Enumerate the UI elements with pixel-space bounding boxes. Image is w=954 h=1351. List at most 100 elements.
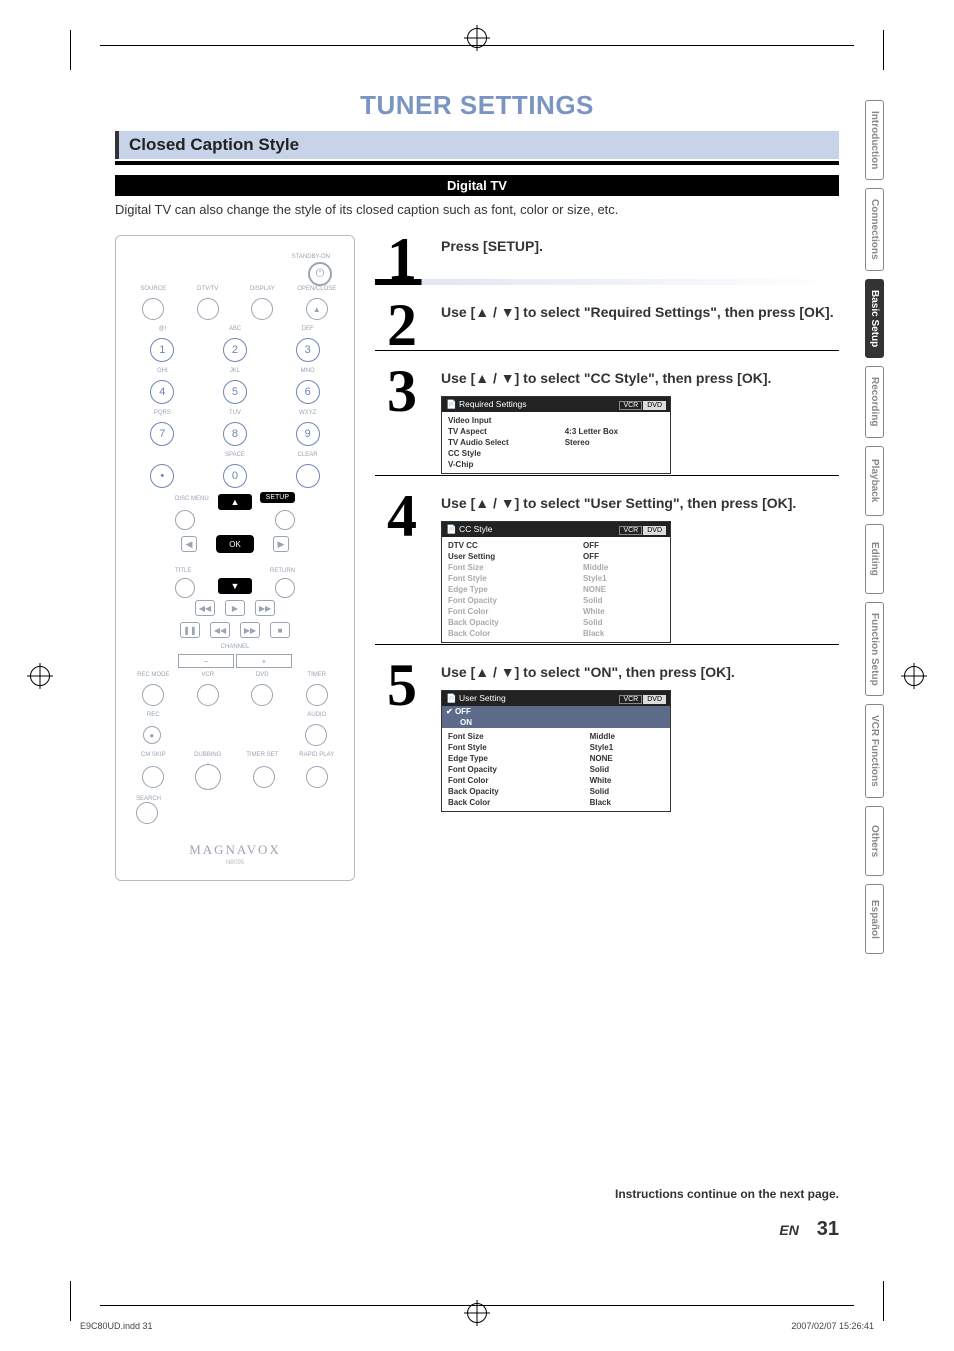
osd-row-value: NONE bbox=[567, 584, 664, 595]
crop-mark bbox=[70, 30, 90, 70]
osd-tab-dvd: DVD bbox=[643, 695, 666, 704]
osd-user-setting: 📄 User Setting VCRDVD OFF ON Font bbox=[441, 690, 671, 812]
footer-left: E9C80UD.indd 31 bbox=[80, 1321, 153, 1331]
num-dot: • bbox=[150, 464, 174, 488]
model-label: NB095 bbox=[128, 860, 342, 866]
osd-row-label: Edge Type bbox=[448, 584, 567, 595]
wxyz-label: WXYZ bbox=[281, 410, 335, 416]
right-arrow-icon: ▶ bbox=[273, 536, 289, 552]
ch-down: − bbox=[178, 654, 234, 668]
title-label: TITLE bbox=[175, 568, 191, 574]
num-6: 6 bbox=[296, 380, 320, 404]
remote-button bbox=[175, 578, 195, 598]
pqrs-label: PQRS bbox=[136, 410, 190, 416]
rapidplay-label: RAPID PLAY bbox=[292, 752, 343, 758]
osd-row-value: Solid bbox=[574, 764, 676, 775]
space-label: SPACE bbox=[208, 452, 262, 458]
registration-mark bbox=[467, 1303, 487, 1323]
tab-editing: Editing bbox=[865, 524, 884, 594]
step-instruction: Use [▲ / ▼] to select "CC Style", then p… bbox=[441, 369, 839, 388]
abc-label: DEF bbox=[281, 326, 335, 332]
divider bbox=[375, 350, 839, 351]
down-arrow-icon: ▼ bbox=[218, 578, 252, 594]
digital-tv-bar: Digital TV bbox=[115, 175, 839, 196]
tab-vcr-functions: VCR Functions bbox=[865, 704, 884, 798]
osd-row-value: Solid bbox=[567, 595, 664, 606]
osd-tab-vcr: VCR bbox=[619, 526, 642, 535]
intro-text: Digital TV can also change the style of … bbox=[115, 202, 839, 217]
ghi-label: GHI bbox=[136, 368, 190, 374]
osd-hl-off: OFF bbox=[442, 706, 670, 717]
page-num-value: 31 bbox=[817, 1218, 839, 1240]
registration-mark bbox=[467, 28, 487, 48]
num-5: 5 bbox=[223, 380, 247, 404]
osd-row-label: DTV CC bbox=[448, 540, 567, 551]
num-7: 7 bbox=[150, 422, 174, 446]
continue-note: Instructions continue on the next page. bbox=[615, 1187, 839, 1201]
display-label: DISPLAY bbox=[237, 286, 288, 292]
rew-icon: ◀◀ bbox=[195, 600, 215, 616]
step-number: 5 bbox=[375, 661, 429, 812]
num-blank bbox=[296, 464, 320, 488]
remote-illustration: STANDBY-ON SOURCE DTV/TV DISPLAY OPEN/CL… bbox=[115, 235, 355, 881]
up-arrow-icon: ▲ bbox=[218, 494, 252, 510]
tab-function-setup: Function Setup bbox=[865, 602, 884, 697]
num-0: 0 bbox=[223, 464, 247, 488]
step-4: 4 Use [▲ / ▼] to select "User Setting", … bbox=[375, 492, 839, 643]
tab-basic-setup: Basic Setup bbox=[865, 279, 884, 358]
left-arrow-icon: ◀ bbox=[181, 536, 197, 552]
rec-icon: ● bbox=[143, 726, 161, 744]
crop-mark bbox=[864, 30, 884, 70]
skipback-icon: ◀◀ bbox=[210, 622, 230, 638]
num-4: 4 bbox=[150, 380, 174, 404]
osd-row-label: V-Chip bbox=[448, 459, 549, 470]
remote-button bbox=[306, 684, 328, 706]
divider bbox=[375, 279, 839, 285]
step-instruction: Use [▲ / ▼] to select "Required Settings… bbox=[441, 303, 839, 322]
recmode-label: REC MODE bbox=[128, 672, 179, 678]
remote-button bbox=[136, 802, 158, 824]
osd-row-label: Font Color bbox=[448, 606, 567, 617]
osd-row-value: NONE bbox=[574, 753, 676, 764]
osd-row-value: White bbox=[574, 775, 676, 786]
dpad: DISC MENU SETUP ▲ ◀ OK ▶ ▼ TITLE RETURN bbox=[175, 494, 295, 594]
step-number: 2 bbox=[375, 301, 429, 349]
registration-mark bbox=[904, 666, 924, 686]
osd-row-value bbox=[549, 415, 664, 426]
num-2: 2 bbox=[223, 338, 247, 362]
osd-row-value: White bbox=[567, 606, 664, 617]
source-label: SOURCE bbox=[128, 286, 179, 292]
timerset-label: TIMER SET bbox=[237, 752, 288, 758]
osd-hl-on: ON bbox=[442, 717, 670, 728]
remote-button bbox=[197, 684, 219, 706]
osd-title: CC Style bbox=[459, 524, 493, 534]
jkl-label: JKL bbox=[208, 368, 262, 374]
step-instruction: Use [▲ / ▼] to select "ON", then press [… bbox=[441, 663, 839, 682]
page-number: EN 31 bbox=[779, 1218, 839, 1241]
osd-row-value: Solid bbox=[567, 617, 664, 628]
tab-espanol: Español bbox=[865, 884, 884, 954]
remote-button bbox=[142, 298, 164, 320]
osd-row-label: CC Style bbox=[448, 448, 549, 459]
page-title: TUNER SETTINGS bbox=[115, 90, 839, 121]
ff-icon: ▶▶ bbox=[255, 600, 275, 616]
osd-row-value: Style1 bbox=[574, 742, 676, 753]
page-lang: EN bbox=[779, 1222, 798, 1238]
dtvtv-label: DTV/TV bbox=[183, 286, 234, 292]
remote-button bbox=[306, 766, 328, 788]
section-underline bbox=[115, 161, 839, 165]
registration-mark bbox=[30, 666, 50, 686]
side-tabs: Introduction Connections Basic Setup Rec… bbox=[865, 100, 884, 954]
osd-row-value: 4:3 Letter Box bbox=[549, 426, 664, 437]
osd-row-value bbox=[549, 448, 664, 459]
num-1: 1 bbox=[150, 338, 174, 362]
ch-up: + bbox=[236, 654, 292, 668]
tab-introduction: Introduction bbox=[865, 100, 884, 180]
pause-icon: ❚❚ bbox=[180, 622, 200, 638]
step-5: 5 Use [▲ / ▼] to select "ON", then press… bbox=[375, 661, 839, 812]
step-number: 3 bbox=[375, 367, 429, 474]
osd-row-value: Black bbox=[567, 628, 664, 639]
osd-row-label: Font Opacity bbox=[448, 764, 574, 775]
crop-mark bbox=[864, 1281, 884, 1321]
discmenu-label: DISC MENU bbox=[175, 496, 209, 502]
